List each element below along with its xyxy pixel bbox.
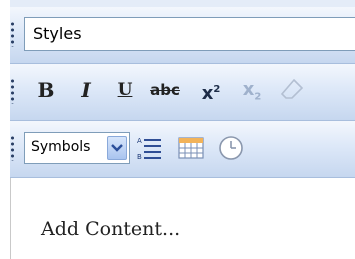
clear-format-button[interactable] <box>276 74 306 106</box>
toolbar-grip-handle[interactable] <box>10 21 15 47</box>
styles-dropdown-value: Styles <box>33 24 82 43</box>
styles-dropdown[interactable]: Styles <box>24 17 355 51</box>
content-placeholder: Add Content... <box>41 218 181 240</box>
numbered-list-icon[interactable]: A B <box>134 133 164 163</box>
dropdown-arrow-icon[interactable] <box>107 136 127 160</box>
italic-button[interactable]: I <box>76 74 96 106</box>
svg-text:A: A <box>137 137 142 145</box>
insert-toolbar: Symbols A B <box>10 121 355 178</box>
eraser-icon <box>280 78 304 99</box>
editor-top-edge <box>10 0 355 7</box>
bold-button[interactable]: B <box>34 74 58 106</box>
table-icon[interactable] <box>176 133 206 163</box>
subscript-base: x <box>242 79 255 100</box>
subscript-exponent: 2 <box>254 91 262 103</box>
rich-text-editor: Styles B I U abc x2 x2 Symbols A B Add C… <box>0 0 355 259</box>
content-area[interactable]: Add Content... <box>10 178 355 259</box>
symbols-dropdown[interactable]: Symbols <box>24 132 130 164</box>
styles-toolbar: Styles <box>10 7 355 64</box>
symbols-dropdown-value: Symbols <box>31 139 91 155</box>
strikethrough-button[interactable]: abc <box>150 74 180 106</box>
formatting-toolbar: B I U abc x2 x2 <box>10 64 355 121</box>
clock-icon[interactable] <box>216 133 246 163</box>
toolbar-grip-handle[interactable] <box>10 78 15 104</box>
subscript-button[interactable]: x2 <box>238 74 266 106</box>
toolbar-grip-handle[interactable] <box>10 135 15 161</box>
underline-button[interactable]: U <box>114 74 136 106</box>
superscript-base: x <box>201 83 214 104</box>
svg-text:B: B <box>137 153 142 161</box>
superscript-exponent: 2 <box>213 84 221 95</box>
superscript-button[interactable]: x2 <box>196 74 226 106</box>
